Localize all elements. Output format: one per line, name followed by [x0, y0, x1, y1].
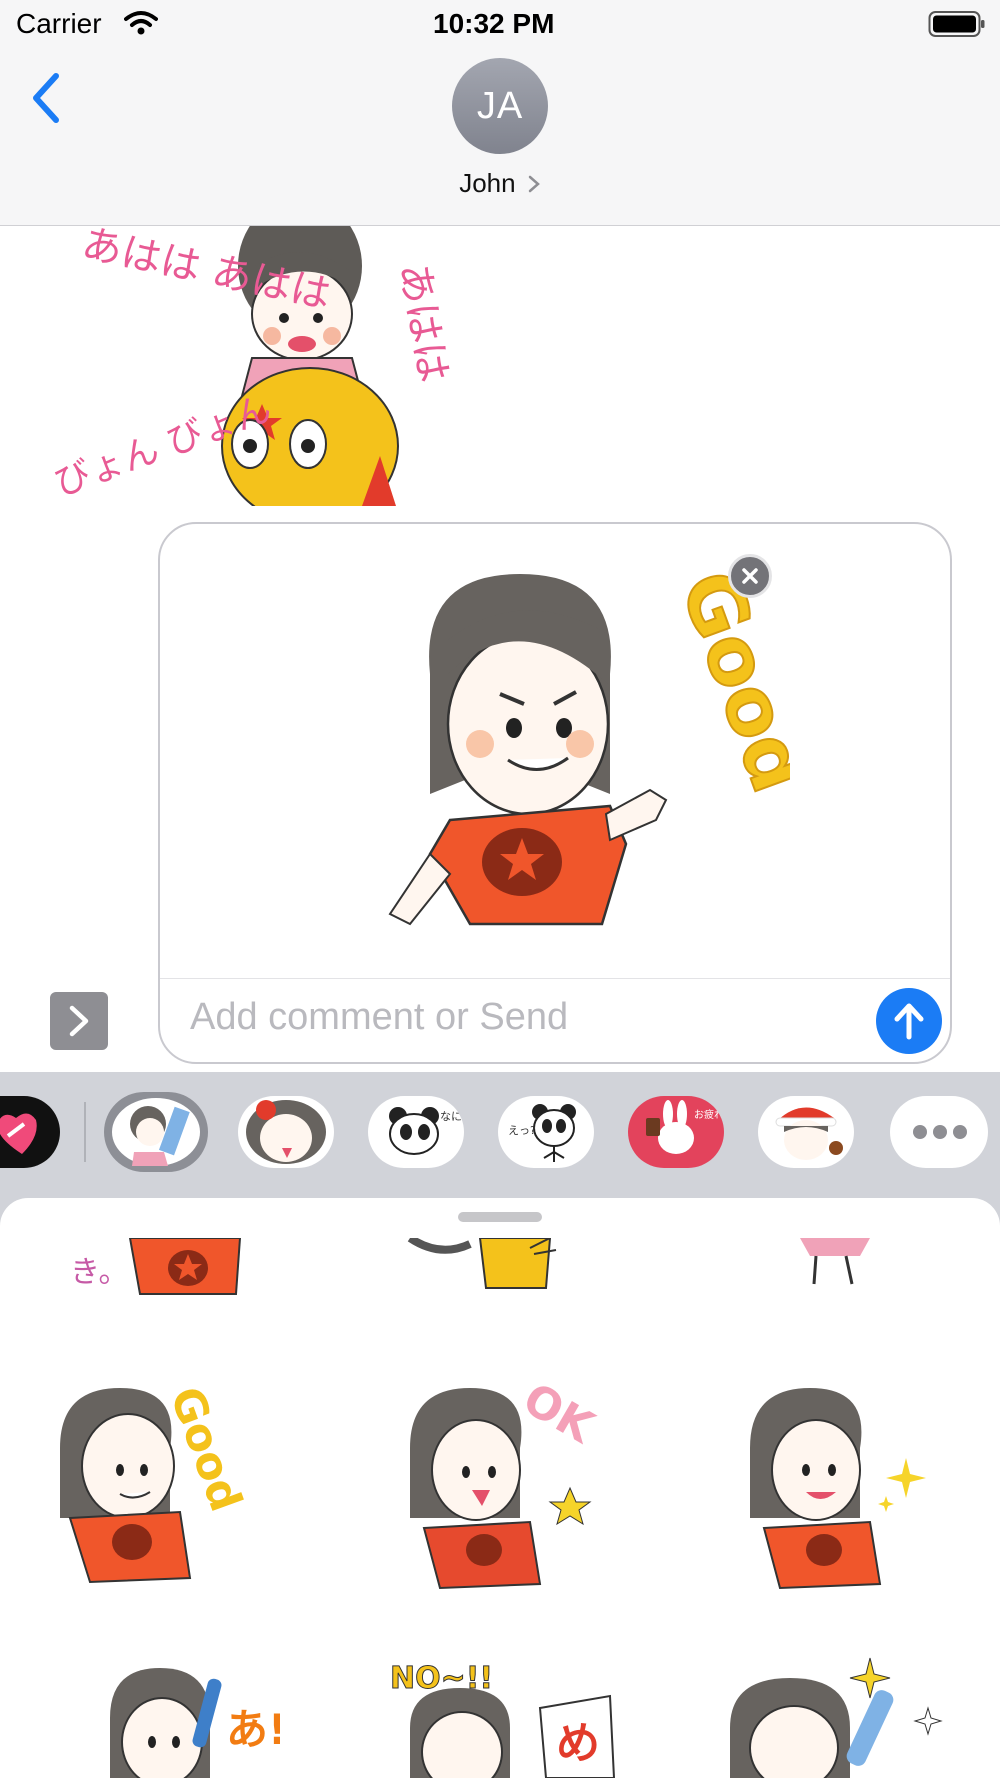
rabbit-caption: お疲れ! [694, 1108, 724, 1121]
sticker-cell-sparkle[interactable] [740, 1378, 940, 1608]
close-icon [742, 568, 758, 584]
sticker-ah-image: あ! [110, 1668, 287, 1778]
sticker-lettering-good: Good [160, 1380, 252, 1518]
santa-girl-sticker-pack-icon [775, 1107, 843, 1160]
contact-name: John [459, 168, 516, 198]
avatar[interactable]: JA [452, 58, 548, 154]
back-chevron-icon[interactable] [28, 70, 64, 126]
chevron-right-icon [528, 175, 540, 193]
sticker-cell-ok[interactable]: OK [400, 1373, 620, 1608]
more-apps-button[interactable] [890, 1096, 988, 1168]
sticker-cell-cheer[interactable] [720, 1648, 960, 1778]
sticker-app-santa-girl[interactable] [758, 1096, 854, 1168]
expand-apps-button[interactable] [50, 992, 108, 1050]
sticker-girl-riding-fish-image: あはは あはは あはは びょん びょん [49, 226, 456, 506]
sticker-cell-2[interactable] [400, 1234, 580, 1338]
sticker-no-image: NO~!! め [390, 1661, 616, 1778]
sticker-cell-good[interactable]: Good [40, 1378, 290, 1608]
remove-sticker-button[interactable] [728, 554, 772, 598]
sticker-lettering-right: あはは [390, 260, 456, 386]
sticker-app-rabbit[interactable]: お疲れ! [628, 1096, 724, 1168]
sticker-ok-image: OK [410, 1373, 604, 1590]
sticker-lettering-ah: あ! [226, 1705, 280, 1754]
sticker-browser-panel[interactable]: き。 Good OK あ NO~!! め [0, 1198, 1000, 1778]
compose-field[interactable]: Good Add comment or Send [158, 522, 952, 1064]
time-label: 10:32 PM [433, 8, 555, 39]
panda-sticker-pack-icon: なにか? [389, 1107, 464, 1155]
app-drawer[interactable]: なにか? えっ? お疲れ! [0, 1072, 1000, 1198]
girl-sticker-pack-icon [112, 1098, 200, 1166]
sticker-lettering-good: Good [662, 560, 790, 804]
sticker-app-girl-bow[interactable] [238, 1096, 334, 1168]
sticker-app-heart[interactable] [0, 1096, 60, 1168]
sticker-cell-ah[interactable]: あ! [100, 1658, 287, 1778]
panda-2-caption: えっ? [508, 1124, 536, 1137]
sticker-lettering-me: め [556, 1718, 600, 1769]
carrier-label: Carrier [16, 8, 102, 39]
girl-bow-sticker-pack-icon [246, 1100, 326, 1164]
heart-icon [0, 1113, 37, 1154]
compose-divider [160, 978, 950, 979]
attached-sticker-good[interactable]: Good [310, 544, 825, 964]
rabbit-sticker-pack-icon: お疲れ! [646, 1100, 724, 1154]
sticker-girl-yellow-image [407, 1234, 557, 1289]
sticker-shirt-image: き。 [70, 1237, 242, 1295]
sticker-legs-image [800, 1238, 870, 1285]
sticker-app-panda-2[interactable]: えっ? [498, 1096, 594, 1168]
sticker-cell-3[interactable] [780, 1238, 900, 1338]
sticker-lettering: き。 [70, 1255, 129, 1290]
sticker-good-thumbsup-image: Good [388, 559, 825, 926]
sent-sticker-laughing[interactable]: あはは あはは あはは びょん びょん [40, 226, 520, 506]
send-button[interactable] [876, 988, 942, 1054]
panda-caption: なにか? [440, 1110, 464, 1123]
sticker-lettering-ok: OK [515, 1378, 604, 1454]
sticker-cheer-image [730, 1657, 943, 1778]
wifi-icon [124, 11, 158, 35]
sticker-sparkle-image [750, 1388, 926, 1590]
sticker-cell-no[interactable]: NO~!! め [390, 1648, 630, 1778]
battery-icon [928, 11, 985, 37]
status-bar: Carrier 10:32 PM [0, 0, 1000, 48]
panda-2-sticker-pack-icon: えっ? [508, 1104, 576, 1162]
panel-grabber[interactable] [458, 1212, 542, 1222]
sticker-app-panda[interactable]: なにか? [368, 1096, 464, 1168]
more-apps-icon [913, 1125, 967, 1139]
sticker-good-image: Good [60, 1380, 252, 1584]
drawer-divider [84, 1102, 86, 1162]
sticker-cell-1[interactable]: き。 [60, 1237, 280, 1338]
arrow-up-icon [894, 1003, 924, 1040]
contact-name-button[interactable]: John [420, 168, 580, 199]
chevron-right-icon [69, 1005, 89, 1037]
comment-input[interactable]: Add comment or Send [190, 996, 568, 1039]
sticker-app-girl-selected[interactable] [104, 1092, 208, 1172]
